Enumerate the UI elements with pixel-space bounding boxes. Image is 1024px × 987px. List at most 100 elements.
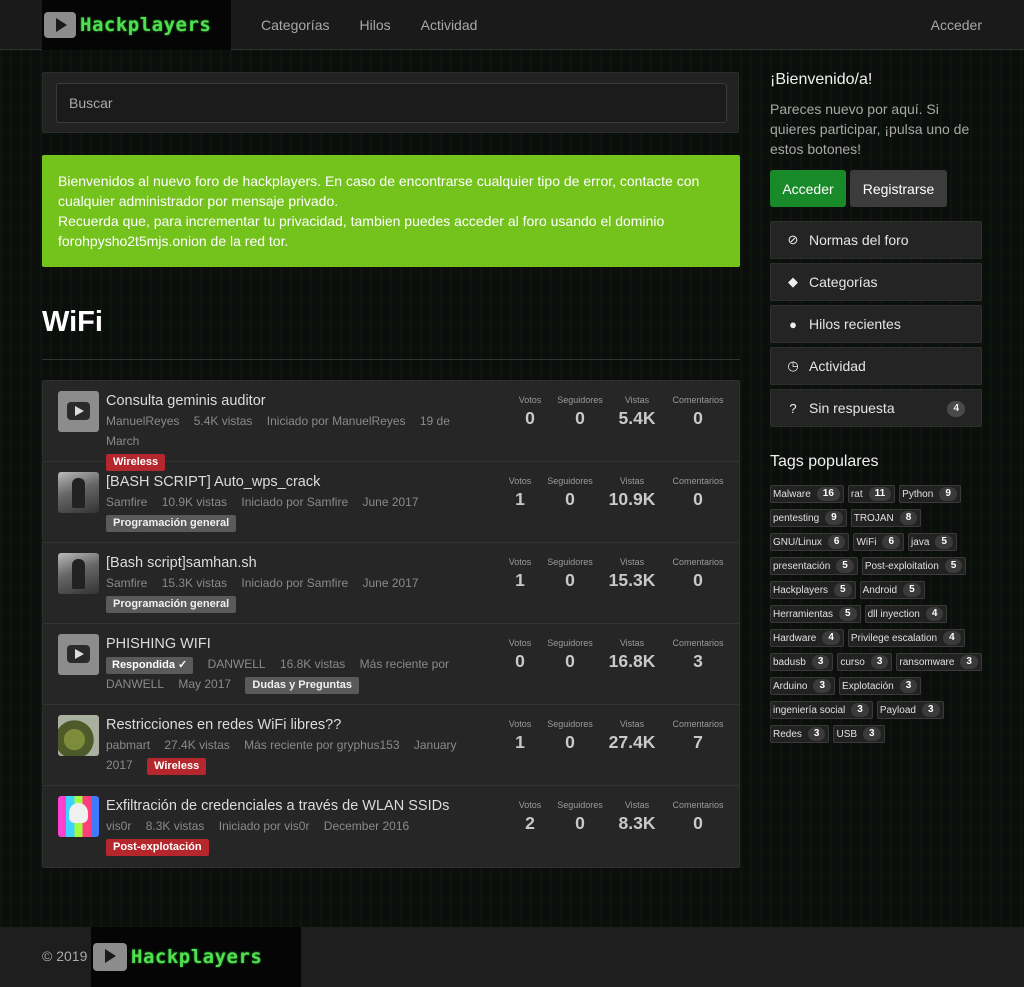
topic-author[interactable]: Samfire: [106, 495, 147, 509]
tag-count: 5: [839, 607, 857, 621]
topic-title[interactable]: Exfiltración de credenciales a través de…: [106, 796, 486, 816]
tag-chip[interactable]: Post-exploitation 5: [861, 557, 967, 575]
category-tag[interactable]: Wireless: [147, 758, 207, 775]
avatar[interactable]: [58, 796, 99, 837]
tag-count: 3: [863, 727, 881, 741]
sidebar-item-rules[interactable]: ⊘ Normas del foro: [770, 221, 982, 259]
tag-chip[interactable]: pentesting 9: [770, 509, 847, 527]
tag-chip[interactable]: Payload 3: [876, 701, 944, 719]
tag-chip[interactable]: GNU/Linux 6: [770, 533, 850, 551]
views-value: 10.9K: [608, 489, 656, 509]
tag-chip[interactable]: Malware 16: [770, 485, 844, 503]
footer-logo[interactable]: Hackplayers: [91, 927, 301, 987]
comments-label: Comentarios: [672, 719, 724, 729]
topic-row[interactable]: PHISHING WIFI Respondida ✓ DANWELL 16.8K…: [43, 624, 739, 705]
tag-chip[interactable]: Android 5: [859, 581, 925, 599]
avatar[interactable]: [58, 715, 99, 756]
tag-count: 6: [827, 535, 846, 549]
signin-button[interactable]: Acceder: [770, 170, 846, 207]
avatar[interactable]: [58, 634, 99, 675]
comments-label: Comentarios: [672, 395, 724, 405]
tag-chip[interactable]: presentación 5: [770, 557, 858, 575]
topic-started: Más reciente por gryphus153: [244, 738, 400, 752]
category-tag[interactable]: Dudas y Preguntas: [245, 677, 360, 694]
topic-row[interactable]: Consulta geminis auditor ManuelReyes 5.4…: [43, 381, 739, 471]
tag-chip[interactable]: java 5: [908, 533, 957, 551]
tag-chip[interactable]: USB 3: [833, 725, 885, 743]
tag-name: Android: [862, 584, 898, 596]
tag-chip[interactable]: dll inyection 4: [864, 605, 948, 623]
followers-value: 0: [565, 489, 575, 509]
tag-chip[interactable]: TROJAN 8: [850, 509, 922, 527]
tag-chip[interactable]: Arduino 3: [770, 677, 836, 695]
tag-chip[interactable]: badusb 3: [770, 653, 834, 671]
topic-started: Más reciente por: [359, 657, 450, 671]
tag-chip[interactable]: Hackplayers 5: [770, 581, 856, 599]
nav-categories[interactable]: Categorías: [261, 17, 329, 33]
tag-chip[interactable]: Privilege escalation 4: [847, 629, 965, 647]
tag-name: badusb: [773, 656, 806, 668]
sidebar-item-activity[interactable]: ◷ Actividad: [770, 347, 982, 385]
tag-chip[interactable]: curso 3: [837, 653, 893, 671]
avatar[interactable]: [58, 553, 99, 594]
topic-title[interactable]: [Bash script]samhan.sh: [106, 553, 486, 573]
topic-title[interactable]: Consulta geminis auditor: [106, 391, 486, 411]
nav-activity[interactable]: Actividad: [421, 17, 478, 33]
topic-title[interactable]: PHISHING WIFI: [106, 634, 486, 654]
tag-chip[interactable]: Herramientas 5: [770, 605, 861, 623]
login-link[interactable]: Acceder: [931, 17, 982, 33]
topic-row[interactable]: Restricciones en redes WiFi libres?? pab…: [43, 705, 739, 786]
followers-value: 0: [575, 813, 585, 833]
tag-count: 3: [813, 679, 832, 693]
site-logo[interactable]: Hackplayers: [42, 0, 231, 50]
topic-row[interactable]: Exfiltración de credenciales a través de…: [43, 786, 739, 867]
followers-value: 0: [565, 651, 575, 671]
topic-title[interactable]: Restricciones en redes WiFi libres??: [106, 715, 486, 735]
topic-started: Iniciado por Samfire: [241, 576, 349, 590]
topic-author[interactable]: Samfire: [106, 576, 147, 590]
sidebar-item-recent-threads[interactable]: ● Hilos recientes: [770, 305, 982, 343]
category-tag[interactable]: Post-explotación: [106, 839, 209, 856]
topic-title[interactable]: [BASH SCRIPT] Auto_wps_crack: [106, 472, 486, 492]
search-panel: Buscar: [42, 72, 739, 133]
topic-date: June 2017: [362, 576, 419, 590]
tag-name: curso: [840, 656, 865, 668]
topic-row[interactable]: [Bash script]samhan.sh Samfire 15.3K vis…: [43, 543, 739, 624]
tag-count: 3: [851, 703, 869, 717]
views-value: 27.4K: [608, 732, 656, 752]
comments-value: 0: [693, 408, 703, 428]
topic-list: Consulta geminis auditor ManuelReyes 5.4…: [42, 380, 740, 868]
clock-icon: ◷: [787, 358, 799, 373]
tag-chip[interactable]: Hardware 4: [770, 629, 844, 647]
category-tag[interactable]: Programación general: [106, 596, 237, 613]
tag-chip[interactable]: ransomware 3: [896, 653, 982, 671]
sidebar-item-unanswered[interactable]: ? Sin respuesta 4: [770, 389, 982, 427]
tag-chip[interactable]: rat 11: [847, 485, 896, 503]
topic-row[interactable]: [BASH SCRIPT] Auto_wps_crack Samfire 10.…: [43, 462, 739, 543]
tag-chip[interactable]: WiFi 6: [853, 533, 905, 551]
avatar[interactable]: [58, 391, 99, 432]
tag-name: Explotación: [842, 680, 894, 692]
tag-name: TROJAN: [853, 512, 894, 524]
category-tag[interactable]: Programación general: [106, 515, 237, 532]
topic-author[interactable]: DANWELL: [208, 657, 266, 671]
search-input[interactable]: Buscar: [56, 83, 727, 123]
topic-last-author[interactable]: DANWELL: [106, 677, 164, 691]
tag-chip[interactable]: ingeniería social 3: [770, 701, 873, 719]
tag-count: 5: [944, 559, 963, 573]
avatar[interactable]: [58, 472, 99, 513]
topic-meta: ManuelReyes 5.4K vistas Iniciado por Man…: [106, 411, 486, 451]
register-button[interactable]: Registrarse: [850, 170, 947, 207]
topic-author[interactable]: ManuelReyes: [106, 414, 179, 428]
tag-chip[interactable]: Redes 3: [770, 725, 830, 743]
nav-threads[interactable]: Hilos: [359, 17, 390, 33]
followers-value: 0: [565, 570, 575, 590]
topic-author[interactable]: pabmart: [106, 738, 150, 752]
tag-count: 3: [899, 679, 918, 693]
topic-author[interactable]: vis0r: [106, 819, 131, 833]
tag-count: 4: [925, 607, 944, 621]
sidebar-item-label: Sin respuesta: [809, 400, 895, 416]
tag-chip[interactable]: Python 9: [899, 485, 961, 503]
sidebar-item-categories[interactable]: ◆ Categorías: [770, 263, 982, 301]
tag-chip[interactable]: Explotación 3: [839, 677, 922, 695]
